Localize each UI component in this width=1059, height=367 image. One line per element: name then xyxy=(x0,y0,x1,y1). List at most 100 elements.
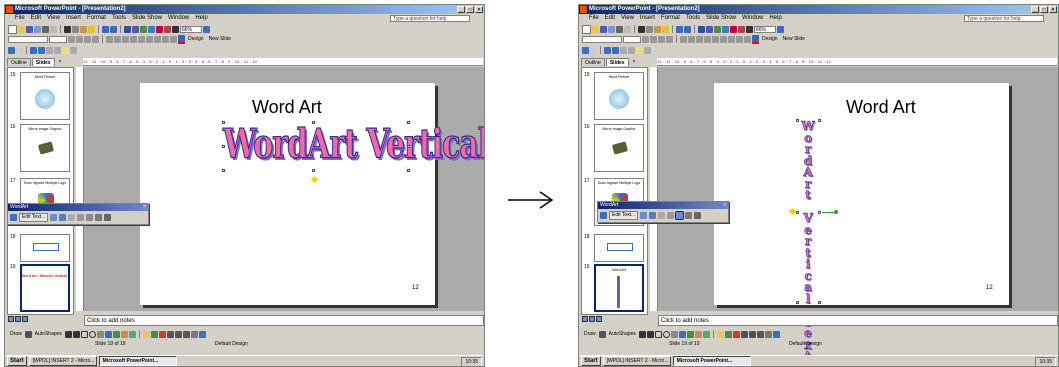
wordart-vertical-object[interactable]: WordArt Vertical Text xyxy=(800,120,816,363)
format-wordart-icon[interactable] xyxy=(649,212,657,219)
menu-tools[interactable]: Tools xyxy=(112,14,126,23)
draw-menu[interactable]: Draw xyxy=(584,331,596,337)
notes-pane[interactable]: Click to add notes xyxy=(658,315,1058,326)
new-slide-button[interactable]: New Slide xyxy=(783,36,806,42)
paste-icon[interactable] xyxy=(654,25,661,33)
select-pointer-icon[interactable] xyxy=(598,330,606,338)
align-center-icon[interactable] xyxy=(688,35,695,43)
menu-file[interactable]: File xyxy=(15,14,25,23)
taskbar-item-powerpoint[interactable]: Microsoft PowerPoint... xyxy=(672,356,751,366)
tab-outline[interactable]: Outline xyxy=(581,58,605,66)
italic-icon[interactable] xyxy=(650,35,657,43)
oval-icon[interactable] xyxy=(662,330,670,338)
menu-slide-show[interactable]: Slide Show xyxy=(706,14,736,23)
fill-color-icon[interactable] xyxy=(142,330,150,338)
resize-handle[interactable] xyxy=(407,121,410,124)
rotation-handle[interactable] xyxy=(834,210,838,214)
wordart-shape-icon[interactable] xyxy=(68,214,76,221)
reviewers-icon[interactable] xyxy=(582,46,589,54)
tab-outline[interactable]: Outline xyxy=(7,58,31,66)
line-color-icon[interactable] xyxy=(150,330,158,338)
help-search-box[interactable]: Type a question for help xyxy=(390,15,470,22)
apply-icon[interactable] xyxy=(46,46,53,54)
menu-window[interactable]: Window xyxy=(168,14,189,23)
slide-title[interactable]: Word Art xyxy=(252,97,322,118)
diagram-icon[interactable] xyxy=(686,330,694,338)
slide[interactable]: Word Art WordArt Vertical Text 12 xyxy=(140,83,484,305)
format-painter-icon[interactable] xyxy=(88,25,95,33)
line-color-icon[interactable] xyxy=(724,330,732,338)
undo-icon[interactable] xyxy=(676,25,683,33)
font-size-select[interactable] xyxy=(49,35,67,43)
maximize-button[interactable]: □ xyxy=(1040,6,1048,13)
hyperlink-icon[interactable] xyxy=(148,25,155,33)
resize-handle[interactable] xyxy=(222,145,225,148)
oval-icon[interactable] xyxy=(88,330,96,338)
format-wordart-icon[interactable] xyxy=(59,214,67,221)
design-button[interactable]: Design xyxy=(762,36,778,42)
taskbar-item-word[interactable]: [WPDL] INSERT 2 - Micro... xyxy=(28,356,97,366)
start-button[interactable]: Start xyxy=(581,356,601,366)
insert-wordart-icon[interactable] xyxy=(104,330,112,338)
tab-slides[interactable]: Slides xyxy=(605,58,629,66)
tab-slides[interactable]: Slides xyxy=(31,58,55,66)
chart-icon[interactable] xyxy=(698,25,705,33)
shadow-icon[interactable] xyxy=(92,35,99,43)
line-style-icon[interactable] xyxy=(740,330,748,338)
close-toolbar-icon[interactable]: × xyxy=(723,202,726,209)
autoshapes-menu[interactable]: AutoShapes xyxy=(35,331,62,337)
3d-style-icon[interactable] xyxy=(772,330,780,338)
email-icon[interactable] xyxy=(608,25,615,33)
wordart-spacing-icon[interactable] xyxy=(104,214,112,221)
save-icon[interactable] xyxy=(600,25,607,33)
taskbar-item-word[interactable]: [WPDL] INSERT 2 - Micro... xyxy=(602,356,671,366)
increase-font-icon[interactable] xyxy=(720,35,727,43)
resize-handle[interactable] xyxy=(796,119,799,122)
menu-slide-show[interactable]: Slide Show xyxy=(132,14,162,23)
picture-icon[interactable] xyxy=(702,330,710,338)
expand-all-icon[interactable] xyxy=(156,25,163,33)
chart-icon[interactable] xyxy=(124,25,131,33)
resize-handle[interactable] xyxy=(407,169,410,172)
resize-handle[interactable] xyxy=(818,119,821,122)
copy-icon[interactable] xyxy=(72,25,79,33)
resize-handle[interactable] xyxy=(312,121,315,124)
font-color-icon[interactable] xyxy=(732,330,740,338)
resize-handle[interactable] xyxy=(818,301,821,304)
reviewers-icon[interactable] xyxy=(8,46,15,54)
resize-handle[interactable] xyxy=(222,121,225,124)
new-icon[interactable] xyxy=(8,24,17,34)
decrease-font-icon[interactable] xyxy=(728,35,735,43)
arrow-style-icon[interactable] xyxy=(756,330,764,338)
reviewing-pane-icon[interactable] xyxy=(70,46,77,54)
italic-icon[interactable] xyxy=(76,35,83,43)
hyperlink-icon[interactable] xyxy=(722,25,729,33)
design-button[interactable]: Design xyxy=(188,36,204,42)
arrow-icon[interactable] xyxy=(646,330,654,338)
help-search-box[interactable]: Type a question for help xyxy=(964,15,1044,22)
thumbnail-slide-19[interactable]: 19 Word Art / WordArt Vertical Text xyxy=(8,264,73,314)
autoshapes-menu[interactable]: AutoShapes xyxy=(609,331,636,337)
tables-borders-icon[interactable] xyxy=(140,25,147,33)
rectangle-icon[interactable] xyxy=(654,330,662,338)
paste-icon[interactable] xyxy=(80,25,87,33)
grayscale-icon[interactable] xyxy=(746,25,753,33)
slide-sorter-icon[interactable] xyxy=(589,316,595,322)
delete-comment-icon[interactable] xyxy=(54,46,61,54)
close-button[interactable]: × xyxy=(475,6,483,13)
wordart-vertical-text-icon[interactable] xyxy=(86,214,94,221)
undo-icon[interactable] xyxy=(102,25,109,33)
reviewing-pane-icon[interactable] xyxy=(644,46,651,54)
close-pane-icon[interactable]: × xyxy=(630,58,639,66)
thumbnail-slide-16[interactable]: 16 Mirror Image Graphic xyxy=(8,124,73,182)
shadow-icon[interactable] xyxy=(666,35,673,43)
resize-handle[interactable] xyxy=(312,169,315,172)
menu-view[interactable]: View xyxy=(621,14,634,23)
close-pane-icon[interactable]: × xyxy=(56,58,65,66)
font-size-select[interactable] xyxy=(623,35,641,43)
minimize-button[interactable]: _ xyxy=(457,6,465,13)
dash-style-icon[interactable] xyxy=(174,330,182,338)
thumbnail-slide-15[interactable]: 15 Word Picture xyxy=(582,72,647,130)
clip-art-icon[interactable] xyxy=(694,330,702,338)
draw-menu[interactable]: Draw xyxy=(10,331,22,337)
